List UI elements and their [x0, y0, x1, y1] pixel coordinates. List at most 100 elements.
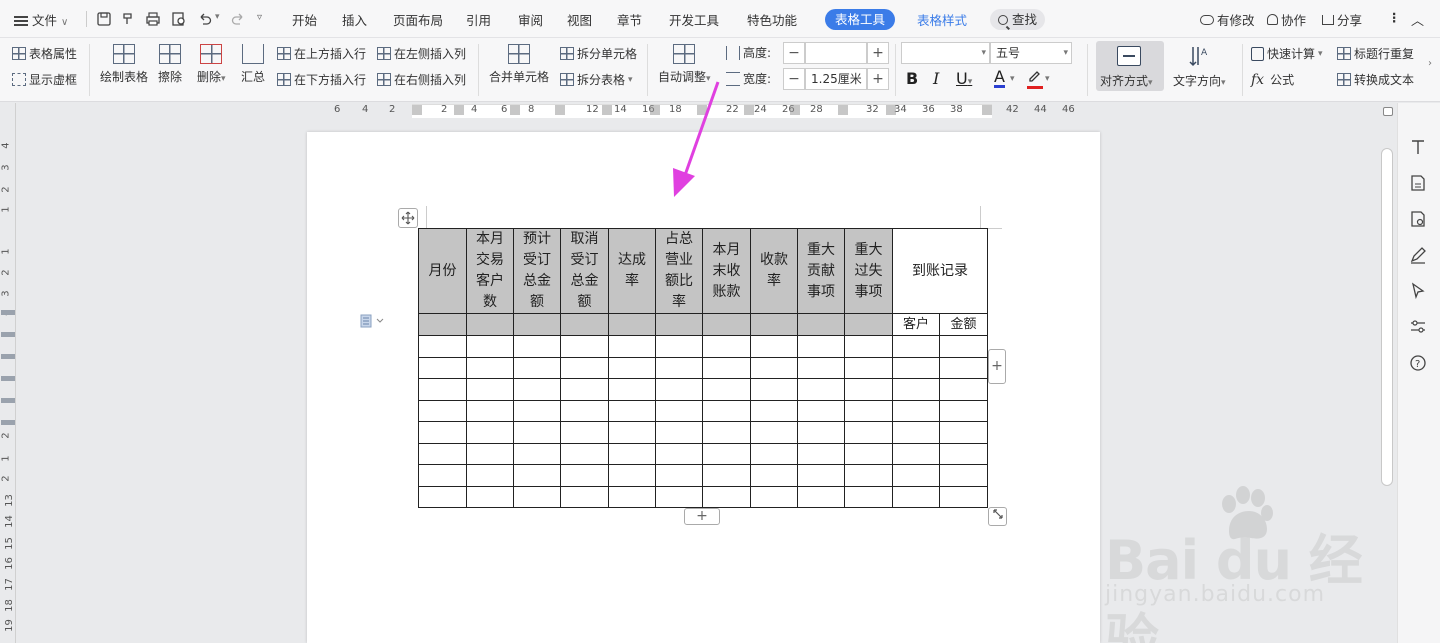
doc-settings-icon[interactable] — [1409, 210, 1427, 228]
table-cell[interactable] — [750, 421, 798, 444]
tab-table-style[interactable]: 表格样式 — [917, 10, 967, 29]
table-cell[interactable] — [797, 399, 845, 422]
table-cell[interactable] — [608, 399, 656, 422]
italic-button[interactable]: I — [933, 69, 939, 88]
table-cell[interactable] — [608, 464, 656, 487]
scrollbar-top-button[interactable] — [1383, 107, 1393, 116]
table-cell[interactable] — [750, 442, 798, 465]
print-icon[interactable] — [143, 9, 163, 29]
width-input[interactable]: 1.25厘米 — [805, 68, 867, 90]
table-cell[interactable] — [750, 378, 798, 401]
insert-row-above-button[interactable]: 在上方插入行 — [277, 45, 366, 62]
format-painter-icon[interactable] — [118, 9, 138, 29]
tab-view[interactable]: 视图 — [567, 10, 592, 29]
table-cell[interactable] — [655, 485, 703, 508]
table-properties-button[interactable]: 表格属性 — [12, 45, 77, 62]
table-resize-handle[interactable] — [988, 507, 1007, 526]
height-input[interactable] — [805, 42, 867, 64]
table-cell[interactable] — [844, 335, 893, 358]
width-increase-button[interactable]: + — [867, 68, 889, 90]
table-cell[interactable] — [608, 313, 656, 336]
table-cell[interactable] — [560, 356, 609, 379]
delete-button[interactable]: 删除▾ — [197, 44, 226, 85]
table-cell[interactable] — [844, 464, 893, 487]
split-cells-button[interactable]: 拆分单元格 — [560, 45, 637, 62]
header-cell-cancelled-orders[interactable]: 取消 受订 总金额 — [560, 228, 609, 314]
table-cell[interactable] — [702, 464, 751, 487]
share-button[interactable]: 分享 — [1322, 10, 1362, 29]
alignment-button[interactable]: 对齐方式▾ — [1096, 41, 1164, 91]
insert-col-left-button[interactable]: 在左侧插入列 — [377, 45, 466, 62]
search-box[interactable]: 查找 — [990, 9, 1046, 31]
table-cell[interactable] — [608, 442, 656, 465]
layout-options-icon[interactable] — [360, 314, 386, 331]
ruler-row-marker[interactable] — [1, 354, 15, 359]
table-cell[interactable] — [702, 313, 751, 336]
show-gridlines-button[interactable]: 显示虚框 — [12, 71, 77, 88]
erase-button[interactable]: 擦除 — [158, 44, 182, 85]
tab-special[interactable]: 特色功能 — [747, 10, 797, 29]
ruler-column-marker[interactable] — [790, 105, 800, 115]
highlight-dropdown-icon[interactable]: ▾ — [1045, 74, 1050, 84]
table-cell[interactable] — [466, 335, 514, 358]
header-cell-customers[interactable]: 本月 交易 客户数 — [466, 228, 514, 314]
quick-calc-button[interactable]: 快速计算 ▾ — [1251, 45, 1323, 62]
table-cell[interactable] — [892, 464, 940, 487]
table-cell[interactable] — [844, 313, 893, 336]
table-cell[interactable] — [466, 313, 514, 336]
table-cell[interactable] — [513, 464, 561, 487]
ruler-column-marker[interactable] — [650, 105, 660, 115]
table-cell[interactable] — [939, 442, 988, 465]
auto-fit-button[interactable]: 自动调整▾ — [658, 44, 711, 85]
header-cell-receivables[interactable]: 本月 末收 账款 — [702, 228, 751, 314]
ruler-column-marker[interactable] — [555, 105, 565, 115]
ruler-column-marker[interactable] — [838, 105, 848, 115]
table-cell[interactable] — [466, 464, 514, 487]
table-cell[interactable] — [797, 313, 845, 336]
table-cell[interactable] — [560, 485, 609, 508]
table-cell[interactable] — [892, 485, 940, 508]
highlight-button[interactable] — [1027, 69, 1043, 89]
draw-table-button[interactable]: 绘制表格 — [100, 44, 148, 85]
table-cell[interactable] — [750, 485, 798, 508]
table-cell[interactable] — [560, 464, 609, 487]
split-table-button[interactable]: 拆分表格 ▾ — [560, 71, 633, 88]
table-cell[interactable] — [844, 421, 893, 444]
header-cell-revenue-share[interactable]: 占总 营业 额比率 — [655, 228, 703, 314]
undo-icon[interactable] — [195, 9, 215, 29]
ruler-column-marker[interactable] — [744, 105, 754, 115]
font-color-dropdown-icon[interactable]: ▾ — [1010, 74, 1015, 84]
tab-start[interactable]: 开始 — [292, 10, 317, 29]
table-cell[interactable] — [513, 442, 561, 465]
ruler-column-marker[interactable] — [886, 105, 896, 115]
insert-row-below-button[interactable]: 在下方插入行 — [277, 71, 366, 88]
table-cell[interactable] — [608, 421, 656, 444]
collapse-ribbon-icon[interactable]: ︿ — [1411, 10, 1424, 29]
ruler-column-marker[interactable] — [602, 105, 612, 115]
repeat-title-row-button[interactable]: 标题行重复 — [1337, 45, 1414, 62]
table-cell[interactable] — [418, 485, 467, 508]
table-cell[interactable] — [513, 421, 561, 444]
subheader-cell-customer[interactable]: 客户 — [892, 313, 940, 336]
text-style-icon[interactable] — [1409, 138, 1427, 156]
table-cell[interactable] — [560, 313, 609, 336]
table-cell[interactable] — [702, 421, 751, 444]
tab-table-tools[interactable]: 表格工具 — [825, 9, 896, 30]
table-cell[interactable] — [892, 335, 940, 358]
table-cell[interactable] — [466, 399, 514, 422]
bold-button[interactable]: B — [906, 69, 918, 88]
table-cell[interactable] — [750, 464, 798, 487]
table-cell[interactable] — [939, 378, 988, 401]
table-cell[interactable] — [750, 313, 798, 336]
table-cell[interactable] — [797, 378, 845, 401]
tab-section[interactable]: 章节 — [617, 10, 642, 29]
table-cell[interactable] — [466, 442, 514, 465]
ribbon-scroll-right-icon[interactable]: › — [1428, 58, 1432, 69]
table-cell[interactable] — [939, 335, 988, 358]
save-icon[interactable] — [94, 9, 114, 29]
ruler-column-marker[interactable] — [412, 105, 422, 115]
table-cell[interactable] — [655, 421, 703, 444]
subheader-cell-amount[interactable]: 金额 — [939, 313, 988, 336]
table-cell[interactable] — [797, 485, 845, 508]
table-cell[interactable] — [939, 356, 988, 379]
